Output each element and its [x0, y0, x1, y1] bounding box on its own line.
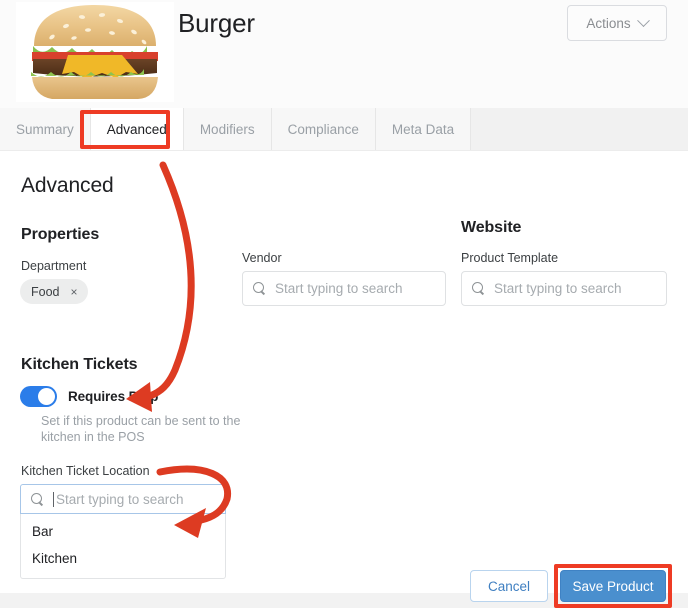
tab-meta-data[interactable]: Meta Data — [375, 108, 472, 150]
kitchen-ticket-location-input[interactable]: Start typing to search — [20, 484, 226, 514]
actions-button[interactable]: Actions — [567, 5, 667, 41]
search-icon — [31, 492, 44, 506]
tab-bar: Summary Advanced Modifiers Compliance Me… — [0, 108, 688, 150]
vendor-search-input[interactable]: Start typing to search — [242, 271, 446, 306]
dropdown-option-bar[interactable]: Bar — [21, 518, 225, 545]
section-heading-advanced: Advanced — [21, 174, 114, 197]
product-template-label: Product Template — [461, 251, 559, 265]
page-title: Burger — [178, 8, 255, 38]
actions-button-label: Actions — [586, 15, 631, 31]
tab-bar-filler — [471, 108, 688, 150]
tab-modifiers[interactable]: Modifiers — [183, 108, 272, 150]
requires-prep-label: Requires Prep — [68, 389, 159, 404]
text-cursor — [53, 491, 54, 507]
search-icon — [472, 282, 485, 295]
requires-prep-row: Requires Prep — [20, 386, 158, 407]
search-icon — [253, 282, 266, 295]
save-product-button[interactable]: Save Product — [560, 570, 666, 602]
tab-compliance[interactable]: Compliance — [271, 108, 376, 150]
requires-prep-toggle[interactable] — [20, 386, 57, 407]
department-label: Department — [21, 259, 87, 273]
tab-advanced[interactable]: Advanced — [90, 108, 184, 150]
kitchen-ticket-location-placeholder: Start typing to search — [56, 491, 184, 507]
toggle-knob — [38, 388, 55, 405]
chevron-down-icon — [636, 13, 650, 27]
close-icon[interactable]: × — [66, 283, 83, 300]
department-chip-food: Food × — [20, 279, 88, 304]
section-heading-website: Website — [461, 219, 522, 236]
section-heading-properties: Properties — [21, 226, 100, 243]
product-template-placeholder: Start typing to search — [494, 281, 622, 296]
requires-prep-helper-text: Set if this product can be sent to the k… — [41, 414, 241, 444]
vendor-placeholder: Start typing to search — [275, 281, 403, 296]
vendor-label: Vendor — [242, 251, 282, 265]
cancel-button[interactable]: Cancel — [470, 570, 548, 602]
product-template-search-input[interactable]: Start typing to search — [461, 271, 667, 306]
kitchen-ticket-location-label: Kitchen Ticket Location — [21, 464, 150, 478]
page-header: Burger Actions — [0, 0, 688, 108]
kitchen-ticket-location-combobox: Start typing to search Bar Kitchen — [20, 484, 226, 579]
product-image — [16, 2, 174, 102]
tab-summary[interactable]: Summary — [0, 108, 91, 150]
section-heading-kitchen-tickets: Kitchen Tickets — [21, 356, 138, 373]
kitchen-ticket-location-dropdown: Bar Kitchen — [20, 514, 226, 579]
department-chip-label: Food — [31, 284, 60, 299]
product-advanced-page: Burger Actions Summary Advanced Modifier… — [0, 0, 688, 608]
dropdown-option-kitchen[interactable]: Kitchen — [21, 545, 225, 572]
